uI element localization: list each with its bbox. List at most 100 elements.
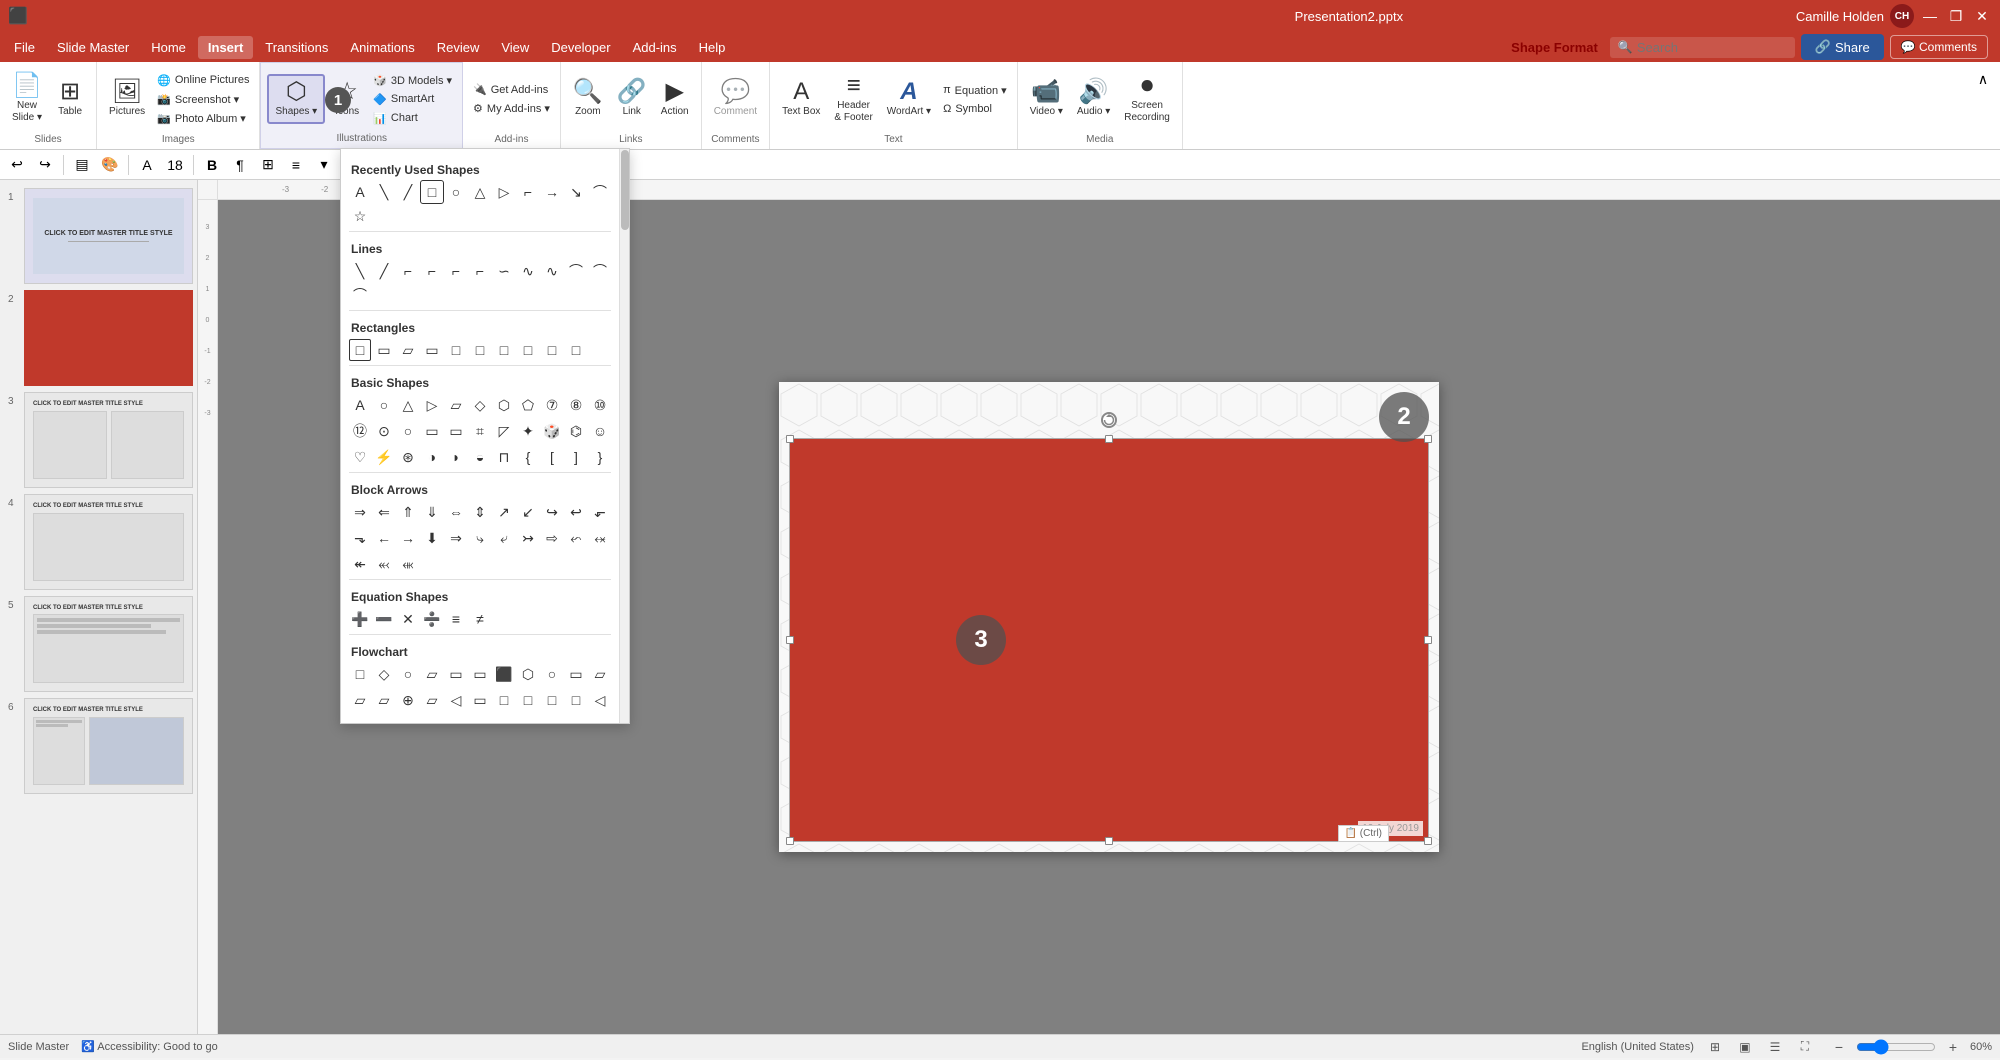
chart-button[interactable]: 📊 Chart	[369, 110, 456, 127]
equation-button[interactable]: π Equation ▾	[939, 82, 1011, 99]
shapes-scroll-thumb[interactable]	[621, 150, 629, 230]
shape-basic-circle2[interactable]: ○	[397, 420, 419, 442]
shape-flow-doc[interactable]: ▭	[469, 663, 491, 685]
shape-flow-proc[interactable]: □	[349, 663, 371, 685]
shape-basic-donut[interactable]: ⊙	[373, 420, 395, 442]
shape-arr-l[interactable]: ⇐	[373, 501, 395, 523]
shape-rect2[interactable]: ▭	[373, 339, 395, 361]
get-addins-button[interactable]: 🔌 Get Add-ins	[469, 81, 554, 98]
shape-flow-stor[interactable]: ⬡	[517, 663, 539, 685]
screenshot-button[interactable]: 📸 Screenshot ▾	[153, 91, 253, 108]
shape-basic-brace1[interactable]: {	[517, 446, 539, 468]
view-slide-button[interactable]: ▣	[1732, 1034, 1758, 1060]
shape-basic-8[interactable]: ⑧	[565, 394, 587, 416]
shape-basic-tri2[interactable]: ◸	[493, 420, 515, 442]
shape-flow-data[interactable]: ▭	[445, 663, 467, 685]
toolbar-bold-button[interactable]: B	[199, 152, 225, 178]
slide-thumb-3[interactable]: CLICK TO EDIT MASTER TITLE STYLE	[24, 392, 193, 488]
shape-arr-q[interactable]: ↗	[493, 501, 515, 523]
shape-oval[interactable]: ○	[445, 181, 467, 203]
shapes-scrollbar[interactable]	[619, 149, 629, 723]
online-pictures-button[interactable]: 🌐 Online Pictures	[153, 72, 253, 89]
menu-review[interactable]: Review	[427, 36, 490, 59]
toolbar-redo-button[interactable]: ↪	[32, 152, 58, 178]
link-button[interactable]: 🔗 Link	[611, 76, 653, 122]
shape-flow-term[interactable]: ○	[397, 663, 419, 685]
pictures-button[interactable]: 🖼 Pictures	[103, 76, 151, 122]
zoom-out-button[interactable]: −	[1826, 1034, 1852, 1060]
toolbar-fontsize-button[interactable]: 18	[162, 152, 188, 178]
shape-basic-heart[interactable]: ♡	[349, 446, 371, 468]
shape-basic-circle[interactable]: ○	[373, 394, 395, 416]
shape-basic-arc[interactable]: ◗	[445, 446, 467, 468]
shape-basic-12[interactable]: ⑫	[349, 420, 371, 442]
shape-eq-plus[interactable]: ➕	[349, 608, 371, 630]
shape-line-wave3[interactable]: ∿	[541, 260, 563, 282]
shape-arr-last1[interactable]: ↞	[349, 553, 371, 575]
new-slide-button[interactable]: 📄 NewSlide ▾	[6, 70, 48, 128]
shape-flow-note[interactable]: □	[493, 689, 515, 711]
shape-arr-r[interactable]: ⇒	[349, 501, 371, 523]
menu-help[interactable]: Help	[689, 36, 736, 59]
shape-arr2[interactable]: ↘	[565, 181, 587, 203]
shape-curve1[interactable]: ⌒	[589, 181, 611, 203]
shape-eq-div[interactable]: ➗	[421, 608, 443, 630]
shape-arr-last2[interactable]: ⬻	[373, 553, 395, 575]
shape-arr-strip11[interactable]: ⬾	[589, 527, 611, 549]
zoom-in-button[interactable]: +	[1940, 1034, 1966, 1060]
shape-arr-strip9[interactable]: ⇨	[541, 527, 563, 549]
shape-line-arc1[interactable]: ⌒	[565, 260, 587, 282]
shape-flow-trim[interactable]: ◁	[589, 689, 611, 711]
shape-star[interactable]: ☆	[349, 205, 371, 227]
shape-flow-sort[interactable]: ⊕	[397, 689, 419, 711]
shape-rect9[interactable]: □	[541, 339, 563, 361]
shape-basic-hex[interactable]: ⬡	[493, 394, 515, 416]
shape-basic-7[interactable]: ⑦	[541, 394, 563, 416]
shape-line-d1[interactable]: ╲	[349, 260, 371, 282]
shape-arr-strip3[interactable]: →	[397, 527, 419, 549]
view-reading-button[interactable]: ⛶	[1792, 1034, 1818, 1060]
shape-rect1[interactable]: □	[349, 339, 371, 361]
audio-button[interactable]: 🔊 Audio ▾	[1071, 76, 1116, 122]
menu-insert[interactable]: Insert	[198, 36, 253, 59]
zoom-button[interactable]: 🔍 Zoom	[567, 76, 609, 122]
shape-flow-alt[interactable]: ◇	[373, 663, 395, 685]
shape-basic-pipe[interactable]: ⊓	[493, 446, 515, 468]
shape-flow-man[interactable]: ▱	[589, 663, 611, 685]
view-outline-button[interactable]: ☰	[1762, 1034, 1788, 1060]
shape-arr-strip2[interactable]: ←	[373, 527, 395, 549]
shape-basic-cyl[interactable]: ⌬	[565, 420, 587, 442]
shape-eq-mult[interactable]: ✕	[397, 608, 419, 630]
shape-basic-bracket2[interactable]: ]	[565, 446, 587, 468]
shape-basic-sun[interactable]: ⊛	[397, 446, 419, 468]
shape-flow-off[interactable]: ▭	[469, 689, 491, 711]
toolbar-section-button[interactable]: ▤	[69, 152, 95, 178]
text-box-button[interactable]: A Text Box	[776, 76, 826, 122]
shape-arr-bent[interactable]: ↪	[541, 501, 563, 523]
shape-basic-light[interactable]: ⚡	[373, 446, 395, 468]
ribbon-collapse-button[interactable]: ∧	[1970, 66, 1996, 92]
shape-basic-rectx[interactable]: ⌗	[469, 420, 491, 442]
shape-rect[interactable]: □	[421, 181, 443, 203]
shape-arr-ut[interactable]: ⬐	[589, 501, 611, 523]
shape-rect4[interactable]: ▭	[421, 339, 443, 361]
comments-button[interactable]: 💬 Comments	[1890, 35, 1988, 59]
shape-flow-loop[interactable]: ○	[541, 663, 563, 685]
maximize-button[interactable]: ❐	[1946, 6, 1966, 26]
models-3d-button[interactable]: 🎲 3D Models ▾	[369, 72, 456, 89]
shape-flow-sum[interactable]: □	[517, 689, 539, 711]
shape-line-arc2[interactable]: ⌒	[589, 260, 611, 282]
shape-basic-bracket1[interactable]: [	[541, 446, 563, 468]
shape-basic-moon[interactable]: ◑	[421, 446, 443, 468]
avatar[interactable]: CH	[1890, 4, 1914, 28]
shape-basic-para[interactable]: ▱	[445, 394, 467, 416]
shape-arr-strip4[interactable]: ⬇	[421, 527, 443, 549]
shape-basic-dia[interactable]: ◇	[469, 394, 491, 416]
shape-rect5[interactable]: □	[445, 339, 467, 361]
shape-line1[interactable]: ╲	[373, 181, 395, 203]
my-addins-button[interactable]: ⚙ My Add-ins ▾	[469, 100, 554, 117]
shape-flow-term2[interactable]: ▱	[421, 689, 443, 711]
shape-basic-tri[interactable]: △	[397, 394, 419, 416]
menu-slide-master[interactable]: Slide Master	[47, 36, 139, 59]
toolbar-arrange-button[interactable]: ⊞	[255, 152, 281, 178]
